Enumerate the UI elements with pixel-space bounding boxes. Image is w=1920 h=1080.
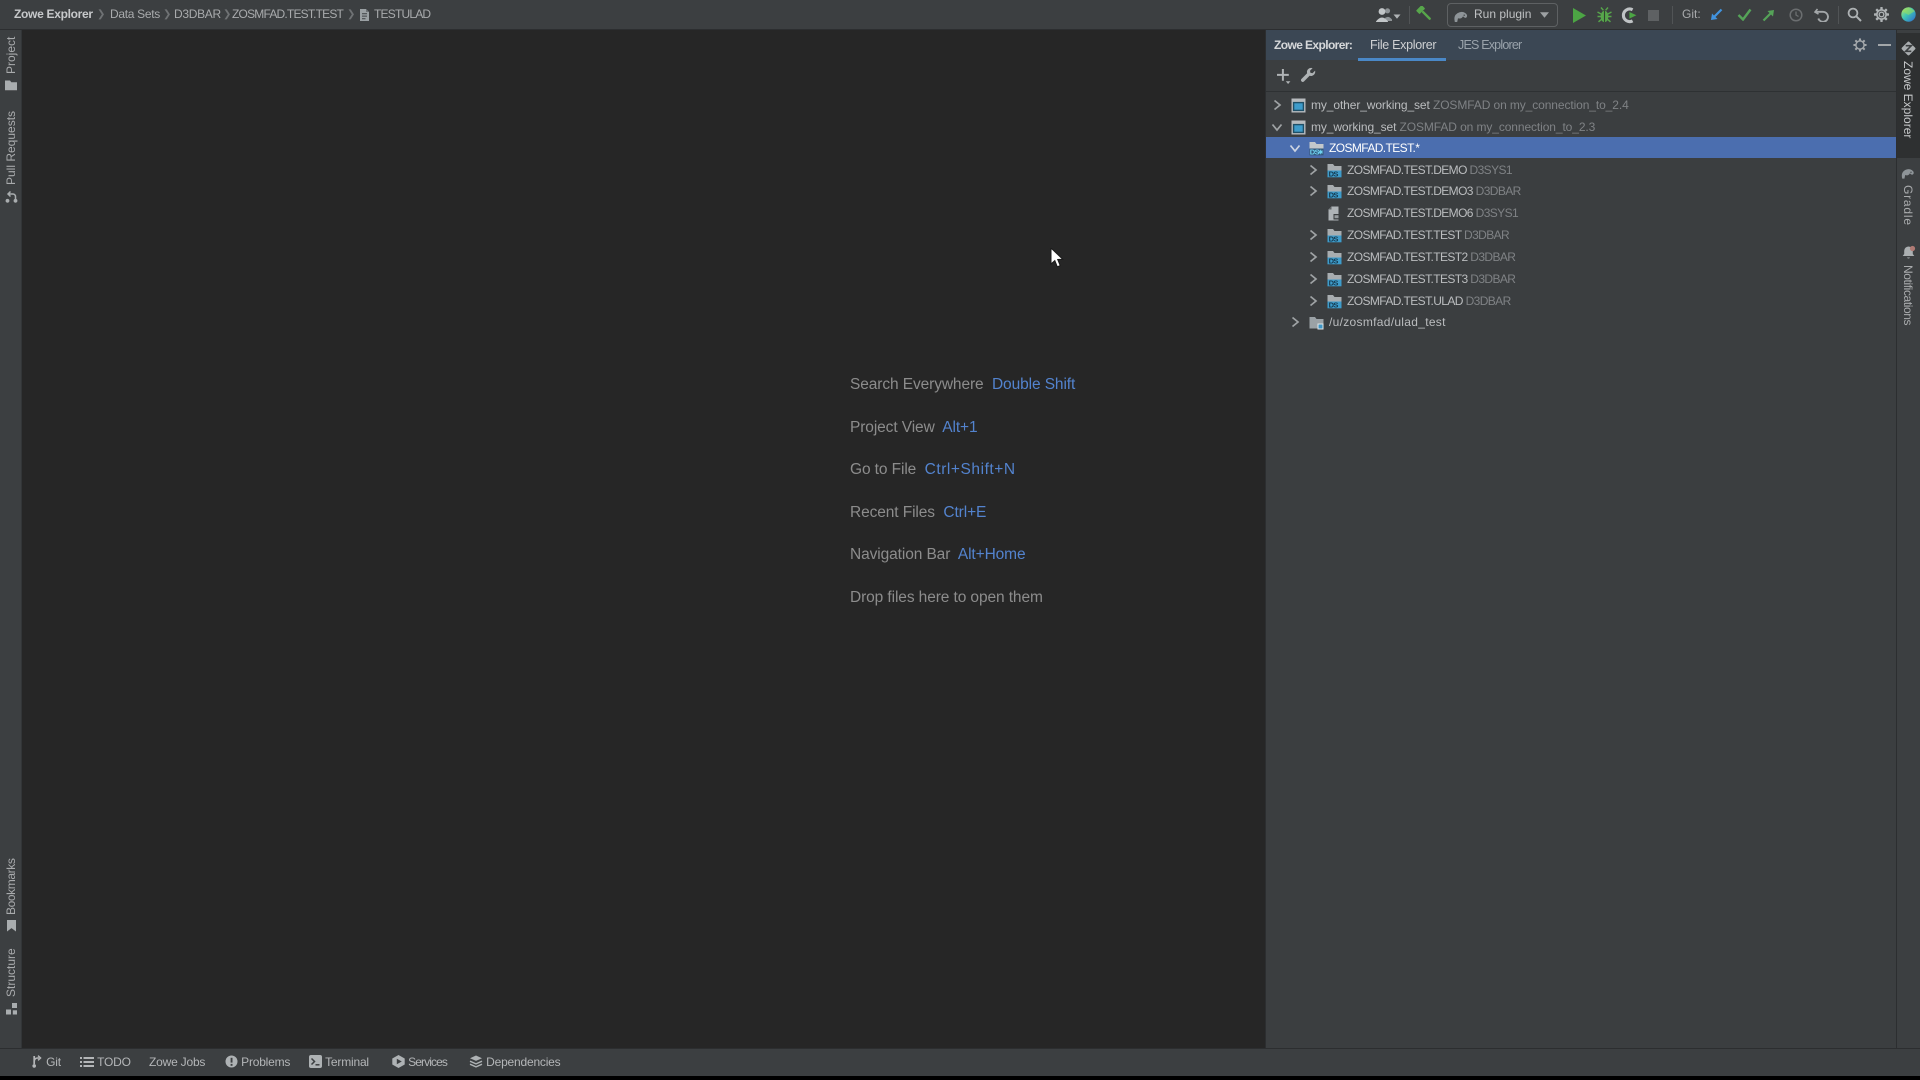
svg-text:DS: DS bbox=[1329, 278, 1339, 287]
svg-text:DS: DS bbox=[1310, 147, 1320, 156]
svg-text:DS: DS bbox=[1329, 169, 1339, 178]
svg-text:DS: DS bbox=[1329, 190, 1339, 199]
svg-text:DS: DS bbox=[1329, 234, 1339, 243]
svg-text:DS: DS bbox=[1329, 300, 1339, 309]
svg-text:DS: DS bbox=[1329, 256, 1339, 265]
